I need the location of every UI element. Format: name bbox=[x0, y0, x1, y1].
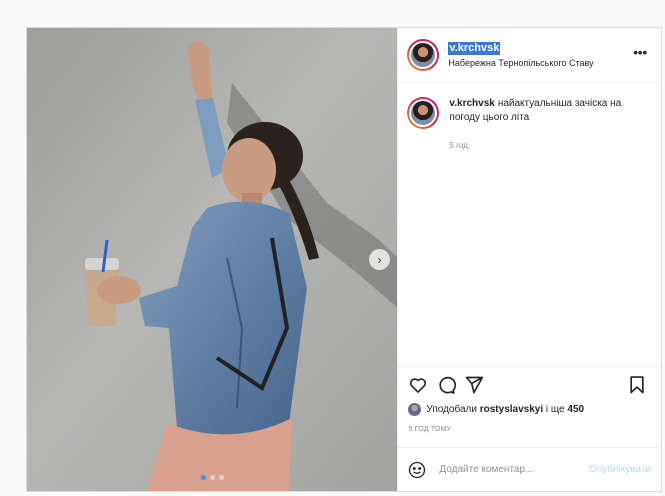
comment-input[interactable] bbox=[439, 464, 590, 475]
likes-prefix: Уподобали bbox=[426, 403, 477, 415]
avatar[interactable] bbox=[407, 97, 440, 129]
header-username[interactable]: v.krchvsk bbox=[448, 42, 501, 55]
location-link[interactable]: Набережна Тернопільського Ставу bbox=[448, 58, 593, 68]
bookmark-icon[interactable] bbox=[625, 373, 649, 397]
post-photo bbox=[27, 28, 398, 491]
next-slide-button[interactable]: › bbox=[369, 249, 390, 270]
avatar[interactable] bbox=[407, 39, 440, 71]
liker-username[interactable]: rostyslavskyi bbox=[480, 404, 543, 415]
caption-username[interactable]: v.krchvsk bbox=[449, 98, 494, 109]
liker-avatar[interactable] bbox=[408, 402, 422, 416]
paper-plane-icon[interactable] bbox=[462, 373, 486, 397]
post-sidebar: v.krchvsk Набережна Тернопільського Став… bbox=[397, 28, 661, 491]
carousel-dot bbox=[218, 475, 224, 480]
caption: v.krchvsk найактуальніша зачіска на погод… bbox=[407, 97, 651, 129]
publish-button[interactable]: Опублікувати bbox=[589, 464, 651, 475]
carousel-dot bbox=[200, 475, 206, 480]
comment-icon[interactable] bbox=[434, 373, 458, 397]
comments-area: v.krchvsk найактуальніша зачіска на погод… bbox=[398, 83, 661, 366]
action-bar bbox=[398, 366, 661, 402]
likes-row: Уподобали rostyslavskyi і ще 450 bbox=[398, 402, 661, 416]
carousel-dots bbox=[27, 475, 397, 480]
likes-mid: і ще bbox=[545, 403, 565, 415]
likes-count[interactable]: 450 bbox=[567, 404, 584, 415]
post-timestamp[interactable]: 5 ГОД ТОМУ bbox=[398, 416, 661, 439]
post-media[interactable]: › bbox=[27, 28, 398, 491]
comment-form: Опублікувати bbox=[398, 447, 661, 491]
emoji-icon[interactable] bbox=[408, 461, 426, 479]
carousel-dot bbox=[209, 475, 215, 480]
post-header: v.krchvsk Набережна Тернопільського Став… bbox=[398, 28, 661, 83]
more-icon[interactable]: ••• bbox=[633, 46, 647, 59]
heart-icon[interactable] bbox=[406, 373, 430, 397]
caption-time[interactable]: 5 год. bbox=[449, 141, 651, 150]
post-card: › v.krchvsk Набережна Тернопільського Ст… bbox=[26, 27, 662, 492]
chevron-right-icon: › bbox=[377, 252, 382, 267]
